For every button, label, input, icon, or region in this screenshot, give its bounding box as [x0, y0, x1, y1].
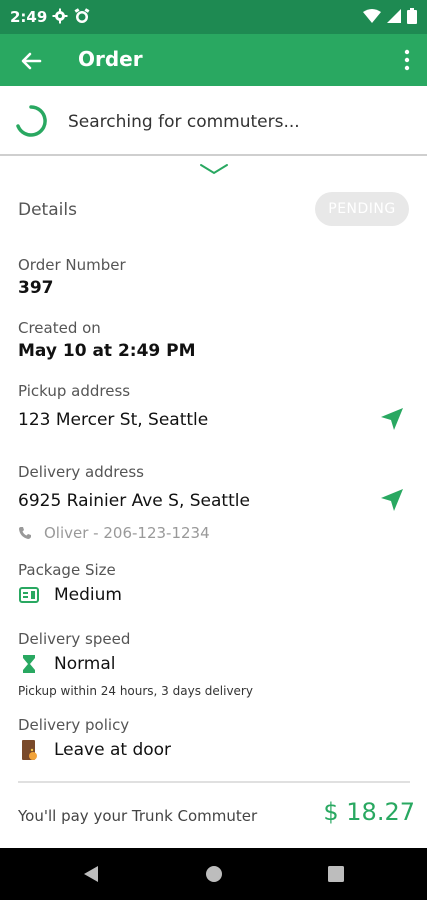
delivery-speed-value: Normal — [54, 654, 116, 674]
system-nav-bar — [0, 848, 427, 900]
alarm-icon — [74, 8, 90, 23]
delivery-speed-row: Normal — [18, 653, 116, 675]
more-vert-icon[interactable] — [403, 48, 411, 72]
delivery-policy-value: Leave at door — [54, 740, 172, 760]
delivery-address-value: 6925 Rainier Ave S, Seattle — [18, 491, 250, 511]
delivery-policy-label: Delivery policy — [18, 716, 130, 734]
chevron-down-icon[interactable] — [198, 161, 230, 177]
gear-icon — [52, 8, 68, 24]
door-icon — [22, 740, 37, 760]
payment-label: You'll pay your Trunk Commuter — [18, 807, 258, 825]
nav-home-icon[interactable] — [204, 864, 224, 884]
package-size-row: Medium — [18, 584, 122, 606]
package-size-label: Package Size — [18, 561, 116, 579]
created-on-label: Created on — [18, 319, 101, 337]
delivery-speed-label: Delivery speed — [18, 630, 131, 648]
wifi-icon — [363, 9, 381, 23]
status-icons-right — [363, 8, 417, 24]
package-size-value: Medium — [54, 585, 122, 605]
divider — [18, 781, 410, 783]
delivery-address-label: Delivery address — [18, 463, 144, 481]
loading-spinner-icon — [16, 105, 47, 137]
status-icons-left — [52, 8, 90, 24]
status-time: 2:49 — [10, 8, 48, 26]
arrow-left-icon[interactable] — [18, 48, 44, 74]
app-bar: Order — [0, 34, 427, 86]
status-badge: PENDING — [315, 192, 409, 226]
signal-icon — [387, 9, 401, 23]
searching-banner: Searching for commuters... — [0, 86, 427, 156]
nav-recents-icon[interactable] — [326, 864, 346, 884]
nav-back-icon[interactable] — [80, 863, 102, 885]
order-number-value: 397 — [18, 278, 54, 298]
phone-icon — [19, 527, 31, 539]
pickup-address-value: 123 Mercer St, Seattle — [18, 410, 209, 430]
created-on-value: May 10 at 2:49 PM — [18, 341, 196, 361]
details-title: Details — [18, 200, 77, 220]
searching-status-text: Searching for commuters... — [68, 112, 300, 132]
order-number-label: Order Number — [18, 256, 126, 274]
recipient-contact[interactable]: Oliver - 206-123-1234 — [18, 524, 210, 542]
page-title: Order — [78, 47, 143, 71]
payment-amount: $ 18.27 — [323, 798, 415, 826]
status-bar: 2:49 — [0, 0, 427, 34]
recipient-contact-text: Oliver - 206-123-1234 — [44, 524, 210, 542]
navigation-arrow-icon[interactable] — [379, 406, 405, 432]
delivery-speed-note: Pickup within 24 hours, 3 days delivery — [18, 684, 253, 698]
hourglass-icon — [23, 655, 35, 673]
delivery-policy-row: Leave at door — [18, 739, 171, 761]
navigation-arrow-icon[interactable] — [379, 487, 405, 513]
battery-icon — [407, 8, 417, 24]
package-size-icon — [19, 587, 39, 603]
pickup-address-label: Pickup address — [18, 382, 131, 400]
